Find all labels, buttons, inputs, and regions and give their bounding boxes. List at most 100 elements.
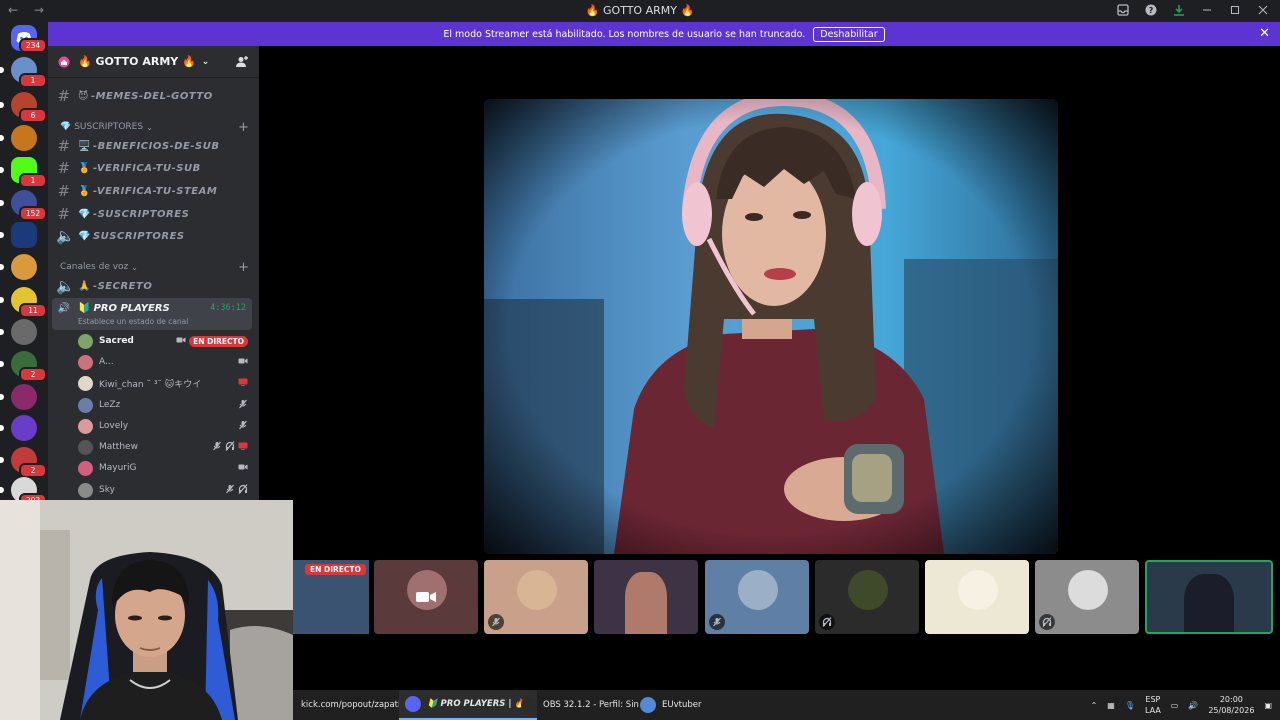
voice-channel-icon: 🔈 [56,227,76,245]
unread-pill [0,135,4,141]
server-icon[interactable] [11,319,37,345]
close-window-icon[interactable] [1256,3,1270,17]
minimize-icon[interactable] [1200,3,1214,17]
server-icon[interactable] [11,125,37,151]
esports-icon[interactable] [11,222,37,248]
avatar [1068,570,1108,610]
channel-memes[interactable]: # 😈 -MEMES-DEL-GOTTO [56,86,252,106]
voice-member[interactable]: Kiwi_chan ˘ ³˘ 🐱キウイ [78,374,250,392]
maximize-icon[interactable] [1228,3,1242,17]
diamond-icon: 💎 [60,122,72,132]
add-channel-icon[interactable]: + [238,260,249,275]
taskbar-item[interactable]: kick.com/popout/zapati [301,690,400,720]
unread-pill [0,361,4,367]
voice-timer: 4:36:12 [210,303,246,313]
category-suscriptores[interactable]: 💎 SUSCRIPTORES ⌄ + [60,120,249,135]
text-channel[interactable]: # 🖥️ -BENEFICIOS-DE-SUB [56,136,252,156]
category-label: Canales de voz [60,262,129,272]
chevron-down-icon: ⌄ [131,262,138,272]
server-mention-badge: 6 [19,108,47,123]
unread-pill [0,394,4,400]
channel-emoji: 🏅 [78,162,91,174]
invite-people-icon[interactable] [235,55,249,69]
voice-channel[interactable]: 🔈 💎 SUSCRIPTORES [56,226,252,246]
participant-tile[interactable] [1035,560,1139,634]
taskbar-item-label: EUvtuber [662,700,702,710]
inbox-icon[interactable] [1116,3,1130,17]
taskbar-item[interactable]: OBS 32.1.2 - Perfil: Sin Tí [521,690,649,720]
close-banner-icon[interactable]: ✕ [1259,26,1270,41]
text-channel-icon: # [57,137,71,155]
participant-tile[interactable] [815,560,919,634]
server-icon[interactable] [11,254,37,280]
network-icon[interactable]: ▭ [1171,701,1179,710]
mic-muted-icon [238,399,248,412]
category-label: SUSCRIPTORES [74,122,144,132]
participant-tile[interactable] [925,560,1029,634]
tray-app-icon[interactable]: ▦ [1107,701,1115,710]
download-icon[interactable] [1172,3,1186,17]
focused-video-stream[interactable] [484,99,1058,554]
member-status-icons [238,356,248,369]
server-guide-icon [58,56,70,67]
server-mention-badge: 1 [19,73,47,88]
channel-name: -SUSCRIPTORES [92,208,190,220]
clock-date: 25/08/2026 [1208,706,1255,715]
unread-pill [0,167,4,173]
taskbar-item[interactable]: 🔰 PRO PLAYERS | 🔥 · [399,690,538,720]
voice-member[interactable]: LeZz [78,396,250,414]
notifications-icon[interactable]: ▣ [1264,701,1272,710]
voice-member[interactable]: Matthew [78,438,250,456]
participant-tile[interactable] [705,560,809,634]
member-status-icons: EN DIRECTO [176,335,248,348]
disable-streamer-mode-button[interactable]: Deshabilitar [813,26,885,42]
text-channel-icon: # [57,159,71,177]
text-channel[interactable]: # 🏅 -VERIFICA-TU-SUB [56,158,252,178]
unread-pill [0,487,4,493]
server-mention-badge: 1 [19,173,47,188]
voice-member[interactable]: Sky [78,481,250,499]
member-status-icons [238,399,248,412]
help-icon[interactable]: ? [1144,3,1158,17]
voice-channel-pro-players[interactable]: 🔊 🔰 PRO PLAYERS 4:36:12 Establece un est… [52,298,252,330]
voice-member[interactable]: Lovely [78,417,250,435]
text-channel-icon: # [57,87,71,105]
channel-status-prompt[interactable]: Establece un estado de canal [78,317,188,326]
category-voice[interactable]: Canales de voz ⌄ + [60,260,249,275]
chevron-up-icon[interactable]: ⌃ [1091,701,1098,710]
clock[interactable]: 20:00 25/08/2026 [1208,694,1254,716]
language-indicator[interactable]: ESP LAA [1145,694,1161,716]
guild-header[interactable]: 🔥 GOTTO ARMY 🔥 ⌄ [48,46,259,78]
add-channel-icon[interactable]: + [238,120,249,135]
microphone-icon[interactable]: 🎙 [1125,701,1135,710]
channel-emoji: 🖥️ [78,140,91,152]
taskbar-item[interactable]: EUvtuber [640,690,701,720]
participant-tile[interactable] [594,560,698,634]
voice-channel-secreto[interactable]: 🔈 🙏 -SECRETO [56,276,252,296]
participant-tile[interactable] [374,560,478,634]
text-channel[interactable]: # 💎 -SUSCRIPTORES [56,204,252,224]
voice-member[interactable]: MayuriG [78,459,250,477]
stream-video-frame [484,99,1058,554]
server-icon[interactable] [11,415,37,441]
avatar [848,570,888,610]
participant-tile[interactable] [484,560,588,634]
server-icon[interactable] [11,384,37,410]
video-feed [625,572,667,634]
banner-text: El modo Streamer está habilitado. Los no… [443,28,806,40]
camera-icon [416,589,436,608]
text-channel[interactable]: # 🏅 -VERIFICA-TU-STEAM [56,181,252,201]
voice-member[interactable]: Sacred EN DIRECTO [78,332,250,350]
volume-icon[interactable]: 🔊 [1188,701,1198,710]
participant-tile[interactable] [1145,560,1273,634]
unread-pill [0,232,4,238]
channel-name: -SECRETO [92,280,153,292]
title-bar: ← → 🔥 GOTTO ARMY 🔥 ? [0,0,1280,22]
channel-emoji: 💎 [78,208,91,220]
participant-tile[interactable]: EN DIRECTO [293,560,369,634]
deafen-icon [1039,614,1055,630]
stream-icon [238,441,248,454]
voice-member[interactable]: A... [78,353,250,371]
avatar [738,570,778,610]
obs-icon [521,697,537,713]
